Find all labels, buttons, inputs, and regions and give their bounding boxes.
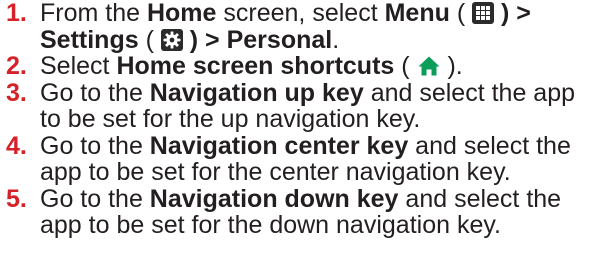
step-text-segment: Go to the [40,184,150,213]
step-keyword-navigation-center-key: Navigation center key [149,131,409,160]
step-number: 4. [6,131,27,160]
step-number: 2. [6,52,27,80]
step-4: 4. Go to the Navigation center key and s… [0,131,602,187]
step-text: Go to the Navigation center key and sele… [40,132,571,187]
step-number: 3. [6,78,27,107]
step-text: Go to the Navigation down key and select… [40,185,561,240]
step-text: From the Home screen, select Menu ( ) > S… [40,0,531,54]
step-text: Go to the Navigation up key and select t… [40,79,575,134]
step-keyword-home: Home [146,0,217,27]
step-text-segment: screen, select [216,0,385,27]
step-text-segment: ( [449,0,473,27]
step-text-segment: ( [138,25,161,54]
step-number: 1. [6,0,27,27]
step-keyword-navigation-down-key: Navigation down key [149,184,399,213]
step-text-segment: From the [40,0,147,27]
step-text-segment: Go to the [40,78,150,107]
settings-gear-icon [160,28,183,51]
step-text-segment: . [332,25,340,54]
instruction-steps: 1. From the Home screen, select Menu ( )… [0,0,602,239]
step-keyword-home-screen-shortcuts: Home screen shortcuts [116,52,395,80]
step-keyword-navigation-up-key: Navigation up key [149,78,364,107]
step-keyword-personal: ) > Personal [182,25,333,54]
step-text-segment: ( [394,52,417,80]
step-2: 2. Select Home screen shortcuts ( ). [0,53,602,80]
home-icon [417,55,441,77]
step-text-segment: ) > [494,0,531,27]
step-keyword-menu: Menu [384,0,450,27]
step-text-segment: Go to the [40,131,150,160]
step-text-segment: Select [40,52,117,80]
step-5: 5. Go to the Navigation down key and sel… [0,184,602,240]
step-keyword-settings: Settings [40,25,139,54]
menu-grid-icon [472,2,495,24]
step-1: 1. From the Home screen, select Menu ( )… [0,0,602,53]
step-3: 3. Go to the Navigation up key and selec… [0,78,602,134]
step-text-segment: ). [440,52,463,80]
step-number: 5. [6,184,27,213]
step-text: Select Home screen shortcuts ( ). [40,52,463,80]
